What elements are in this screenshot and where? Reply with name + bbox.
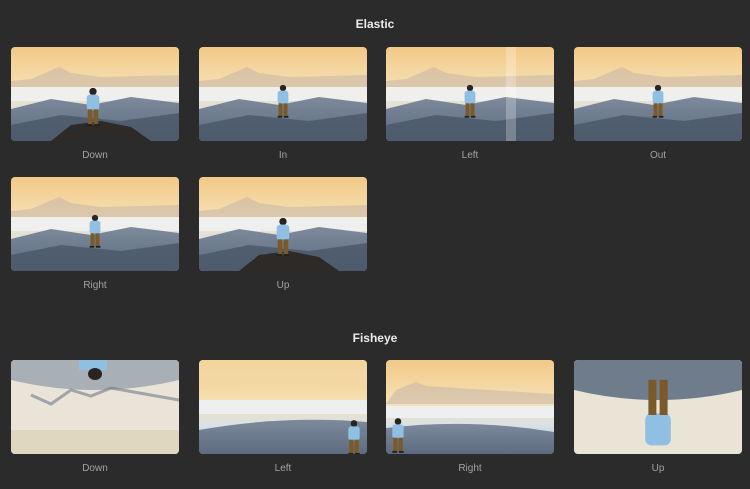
preset-elastic-up[interactable]: Up [199,177,367,291]
preset-elastic-out[interactable]: Out [574,47,742,161]
thumbnail-image [574,360,742,454]
thumbnail [199,360,367,454]
section-title-elastic: Elastic [355,17,395,31]
preset-label: Out [649,150,667,161]
preset-label: Down [82,463,108,474]
thumbnail-image [11,47,179,141]
thumbnail [386,360,554,454]
preset-label: Up [651,463,665,474]
preset-label: Down [82,150,108,161]
preset-label: Right [83,280,107,291]
thumbnail-image [386,360,554,454]
preset-label: Left [461,150,479,161]
preset-label: Up [276,280,290,291]
thumbnail [199,177,367,271]
thumbnail-image [574,47,742,141]
preset-fisheye-up[interactable]: Up [574,360,742,474]
thumbnail [11,360,179,454]
thumbnail [574,47,742,141]
thumbnail [199,47,367,141]
preset-elastic-left[interactable]: Left [386,47,554,161]
thumbnail [574,360,742,454]
thumbnail-image [11,177,179,271]
preset-elastic-in[interactable]: In [199,47,367,161]
thumbnail-image [386,47,554,141]
thumbnail [386,47,554,141]
thumbnail-image [199,360,367,454]
thumbnail-image [11,360,179,454]
preset-label: Left [274,463,292,474]
thumbnail [11,47,179,141]
preset-label: In [278,150,288,161]
thumbnail-image [199,177,367,271]
transition-browser: Elastic Down In Left Out Right Up Fishey… [0,0,750,489]
preset-elastic-down[interactable]: Down [11,47,179,161]
preset-label: Right [458,463,482,474]
preset-elastic-right[interactable]: Right [11,177,179,291]
thumbnail-image [199,47,367,141]
section-title-fisheye: Fisheye [352,331,398,345]
preset-fisheye-left[interactable]: Left [199,360,367,474]
preset-fisheye-down[interactable]: Down [11,360,179,474]
preset-fisheye-right[interactable]: Right [386,360,554,474]
thumbnail [11,177,179,271]
